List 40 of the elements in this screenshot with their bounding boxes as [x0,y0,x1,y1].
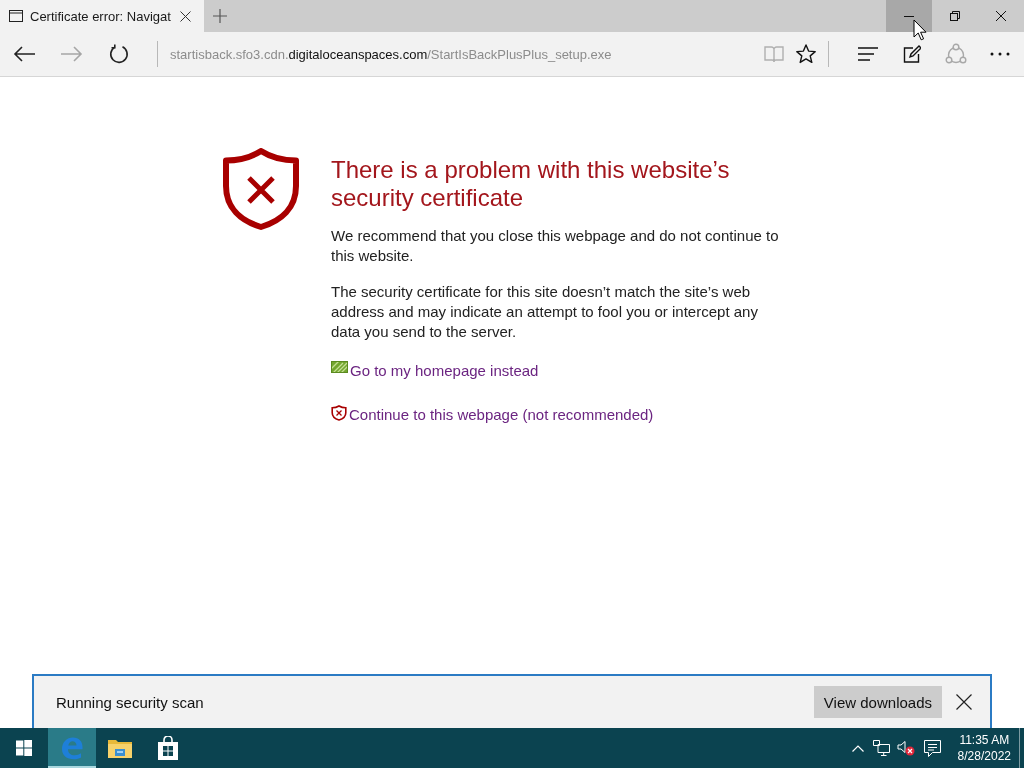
tab-title: Certificate error: Navigat [30,8,171,24]
star-icon [796,44,816,64]
download-status-text: Running security scan [56,693,205,711]
hatched-tile-icon [331,361,348,373]
plus-icon [212,9,227,23]
close-icon [956,694,972,710]
e-logo-icon [60,736,84,760]
pen-square-icon [903,45,921,63]
continue-link[interactable]: Continue to this webpage (not recommended) [331,405,654,425]
share-icon [945,43,967,65]
close-icon [180,10,192,22]
error-title: There is a problem with this website’s security certificate [331,156,731,212]
shopping-bag-icon [157,736,179,760]
message-bubble-icon [924,739,942,757]
shield-x-icon [331,405,347,421]
minimize-icon [904,15,914,17]
error-paragraph: The security certificate for this site doesn’t match the site’s web address and may indicate an attempt to fool you or intercept any data you send to the server. [331,282,759,342]
view-downloads-button[interactable]: View downloads [813,686,942,718]
refresh-icon [109,44,129,64]
clock-button[interactable]: 11:35 AM 8/28/2022 [947,728,1019,768]
homepage-link[interactable]: Go to my homepage instead [331,361,539,381]
error-paragraph: We recommend that you close this webpage and do not continue to this website. [331,226,780,266]
caret-up-icon [851,744,864,752]
network-monitor-icon [873,740,891,756]
minimize-button[interactable] [886,0,932,32]
mouse-cursor-icon [913,19,927,41]
page-icon [9,10,23,22]
muted-speaker-icon [896,740,915,756]
open-book-icon [764,45,784,63]
windows-logo-icon [16,740,32,756]
browser-tab[interactable]: Certificate error: Navigat [0,0,204,32]
tab-close-button[interactable] [177,8,194,24]
more-dots-icon [990,52,1010,56]
restore-icon [950,11,960,21]
back-arrow-icon [13,46,35,62]
shield-x-icon [222,148,300,230]
three-lines-icon [858,47,878,61]
folder-icon [108,738,132,758]
close-icon [996,11,1006,21]
forward-arrow-icon [60,46,83,62]
